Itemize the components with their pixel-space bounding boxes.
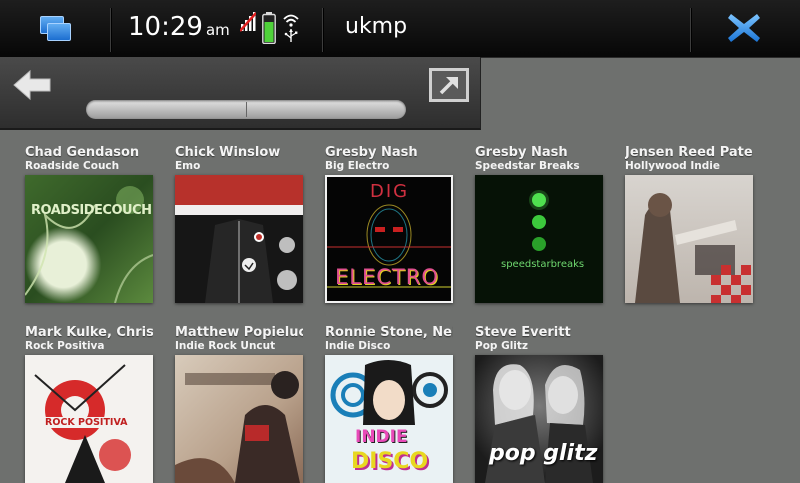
- album-cover: pop glitz: [475, 355, 603, 483]
- status-indicators[interactable]: [238, 10, 304, 48]
- cover-text-bottom: ELECTRO: [335, 265, 439, 289]
- signal-icon: [240, 12, 256, 32]
- album-item[interactable]: Ronnie Stone, Neil Indie Disco INDIE DIS…: [325, 325, 455, 483]
- album-item[interactable]: Gresby Nash Big Electro DIG ELECTRO: [325, 145, 455, 303]
- album-artist: Matthew Popieluch: [175, 325, 303, 340]
- album-cover: speedstarbreaks: [475, 175, 603, 303]
- task-switcher-icon[interactable]: [28, 10, 84, 48]
- toolbar: [0, 57, 481, 130]
- album-cover: ROCK POSITIVA: [25, 355, 153, 483]
- cover-text-top: INDIE: [355, 427, 408, 447]
- album-artist: Gresby Nash: [475, 145, 568, 160]
- album-artist: Chad Gendason: [25, 145, 140, 160]
- album-title: Pop Glitz: [475, 340, 529, 352]
- status-bar: 10:29 am ukmp: [0, 0, 800, 58]
- album-grid: Chad Gendason Roadside Couch ROADSIDECOU…: [0, 128, 800, 483]
- album-cover: [175, 175, 303, 303]
- cover-text: pop glitz: [489, 441, 598, 466]
- album-item[interactable]: Gresby Nash Speedstar Breaks speedstarbr…: [475, 145, 605, 303]
- status-separator: [690, 8, 691, 52]
- usb-icon: [284, 29, 298, 42]
- album-title: Speedstar Breaks: [475, 160, 580, 172]
- album-artist: Gresby Nash: [325, 145, 418, 160]
- cover-text: ROCK POSITIVA: [43, 417, 130, 428]
- album-item[interactable]: Mark Kulke, Chris S Rock Positiva ROCK P…: [25, 325, 155, 483]
- status-separator: [322, 8, 323, 52]
- cover-text-top: DIG: [370, 181, 410, 202]
- album-cover: [625, 175, 753, 303]
- scroll-position-indicator: [246, 102, 247, 117]
- cover-text-bottom: DISCO: [351, 449, 429, 474]
- clock-time: 10:29: [128, 12, 203, 42]
- album-title: Big Electro: [325, 160, 390, 172]
- scroll-slider[interactable]: [86, 100, 406, 119]
- status-separator: [110, 8, 111, 52]
- back-arrow-icon[interactable]: [10, 67, 54, 103]
- album-item[interactable]: Matthew Popieluch Indie Rock Uncut: [175, 325, 305, 483]
- album-artist: Mark Kulke, Chris S: [25, 325, 153, 340]
- album-title: Indie Rock Uncut: [175, 340, 276, 352]
- album-artist: Chick Winslow: [175, 145, 281, 160]
- app-title: ukmp: [345, 14, 408, 39]
- fullscreen-icon[interactable]: [429, 68, 469, 102]
- album-title: Roadside Couch: [25, 160, 120, 172]
- close-icon[interactable]: [725, 10, 763, 46]
- album-title: Rock Positiva: [25, 340, 105, 352]
- album-item[interactable]: Jensen Reed Patel Hollywood Indie: [625, 145, 755, 303]
- album-item[interactable]: Chad Gendason Roadside Couch ROADSIDECOU…: [25, 145, 155, 303]
- album-cover: [175, 355, 303, 483]
- clock[interactable]: 10:29 am: [128, 12, 230, 42]
- clock-ampm: am: [205, 21, 230, 39]
- wifi-icon: [283, 14, 299, 42]
- album-cover: INDIE DISCO: [325, 355, 453, 483]
- album-artist: Jensen Reed Patel: [625, 145, 753, 160]
- cover-text: ROADSIDECOUCH: [31, 203, 152, 218]
- cover-text: speedstarbreaks: [501, 259, 585, 270]
- album-title: Indie Disco: [325, 340, 391, 352]
- album-artist: Steve Everitt: [475, 325, 571, 340]
- album-cover: ROADSIDECOUCH: [25, 175, 153, 303]
- battery-icon: [262, 12, 276, 44]
- album-title: Hollywood Indie: [625, 160, 720, 172]
- album-title: Emo: [175, 160, 201, 172]
- album-item[interactable]: Chick Winslow Emo: [175, 145, 305, 303]
- album-item[interactable]: Steve Everitt Pop Glitz pop glitz: [475, 325, 605, 483]
- album-cover: DIG ELECTRO: [325, 175, 453, 303]
- album-artist: Ronnie Stone, Neil: [325, 325, 453, 340]
